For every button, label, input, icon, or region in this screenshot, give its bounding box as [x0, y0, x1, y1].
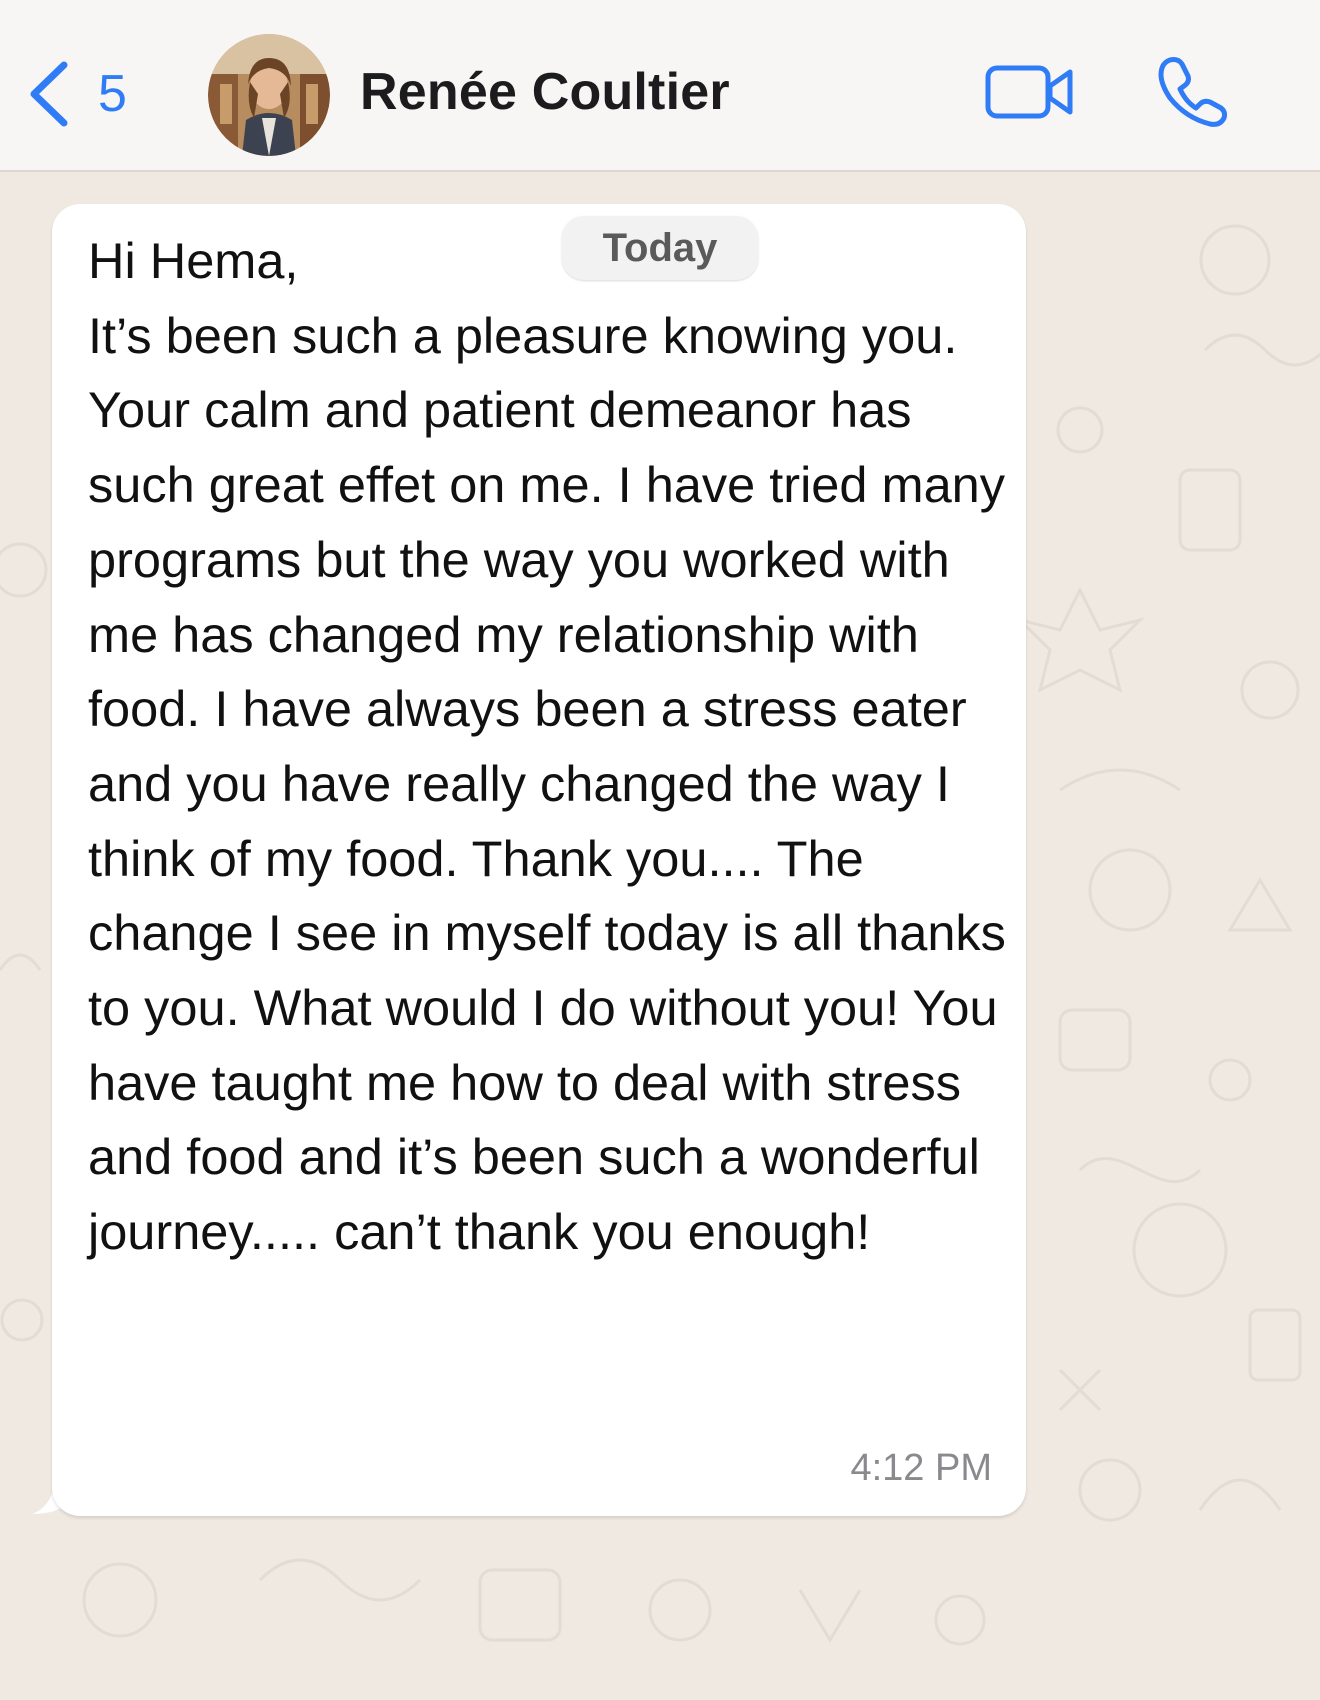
chat-header: 5 Renée Coultier	[0, 0, 1320, 172]
chevron-left-icon	[30, 61, 68, 127]
contact-photo	[208, 34, 330, 156]
avatar[interactable]	[208, 34, 330, 156]
message-timestamp: 4:12 PM	[850, 1447, 992, 1489]
contact-name[interactable]: Renée Coultier	[360, 62, 730, 122]
back-button[interactable]: 5	[26, 56, 127, 132]
voice-call-button[interactable]	[1156, 54, 1230, 128]
video-camera-icon	[985, 65, 1073, 119]
video-call-button[interactable]	[984, 62, 1076, 122]
incoming-message-bubble[interactable]: Hi Hema, It’s been such a pleasure knowi…	[52, 204, 1026, 1516]
date-separator: Today	[562, 216, 758, 280]
unread-count: 5	[98, 65, 127, 123]
phone-icon	[1158, 57, 1228, 127]
message-text: Hi Hema, It’s been such a pleasure knowi…	[88, 232, 1006, 1261]
